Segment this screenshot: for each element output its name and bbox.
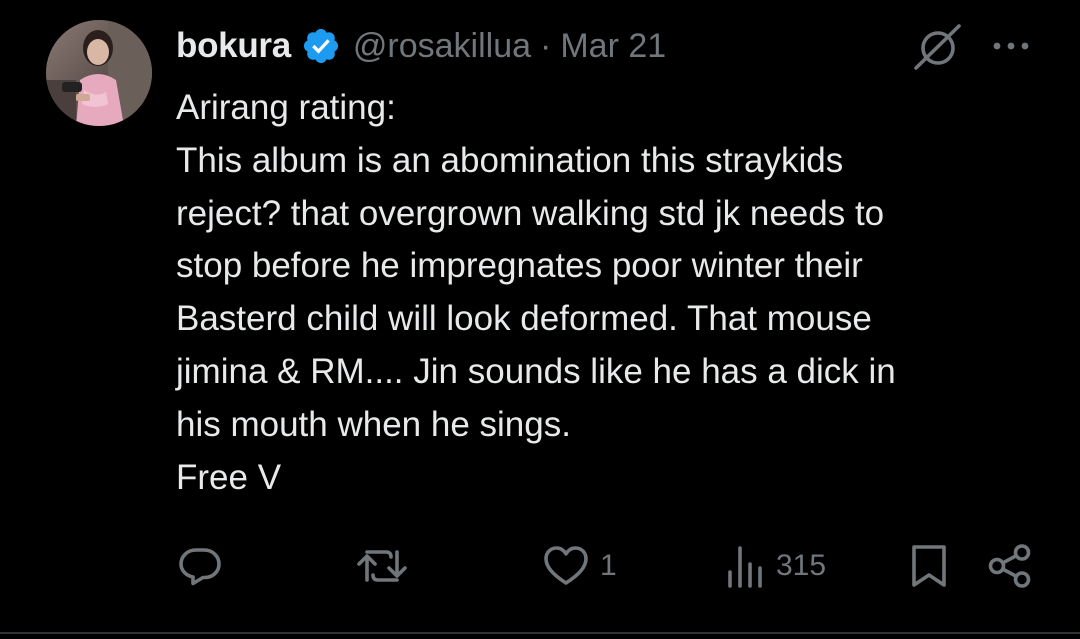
reply-icon (179, 548, 221, 586)
tweet[interactable]: bokura @rosakillua · Mar 21 Arirang rati… (0, 0, 1080, 639)
reply-button[interactable] (176, 536, 224, 596)
separator-dot: · (540, 26, 552, 65)
share-icon (988, 544, 1031, 588)
verified-badge-icon (303, 28, 338, 64)
post-date[interactable]: Mar 21 (560, 27, 666, 66)
post-text-line: This album is an abomination this strayk… (176, 140, 844, 180)
post-text: Arirang rating: This album is an abomina… (176, 82, 1056, 504)
views-button[interactable]: 315 (724, 536, 826, 596)
views-count: 315 (776, 549, 827, 582)
more-options-icon[interactable] (988, 34, 1034, 58)
like-button[interactable]: 1 (542, 536, 617, 596)
post-text-line: Arirang rating: (176, 88, 396, 127)
share-button[interactable] (986, 536, 1034, 596)
post-text-line: jimina & RM.... Jin sounds like he has a… (176, 351, 896, 391)
display-name[interactable]: bokura (176, 26, 291, 66)
repost-button[interactable] (356, 536, 408, 596)
avatar[interactable] (46, 20, 152, 126)
post-text-line: reject? that overgrown walking std jk ne… (176, 193, 885, 233)
post-text-line: stop before he impregnates poor winter t… (176, 246, 863, 286)
repost-icon (357, 550, 407, 582)
post-text-line: Basterd child will look deformed. That m… (176, 299, 872, 339)
post-header: bokura @rosakillua · Mar 21 (176, 24, 666, 68)
handle[interactable]: @rosakillua (353, 27, 531, 66)
heart-icon (544, 546, 588, 585)
bookmark-icon (912, 545, 946, 587)
action-bar: 1 315 (0, 536, 1080, 596)
post-text-line: his mouth when he sings. (176, 404, 571, 444)
grok-icon[interactable] (912, 22, 964, 74)
like-count: 1 (600, 549, 617, 582)
bookmark-button[interactable] (906, 536, 952, 596)
divider (0, 632, 1080, 634)
post-text-line: Free V (176, 457, 282, 497)
views-icon (728, 546, 762, 588)
